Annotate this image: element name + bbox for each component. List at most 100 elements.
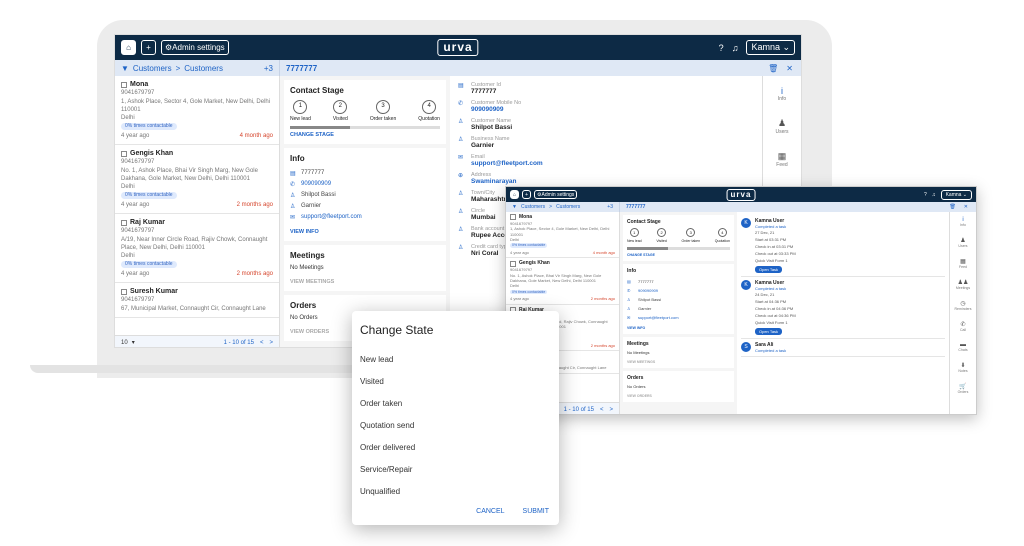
rail-item-info[interactable]: i Info	[960, 217, 966, 227]
activity-feed: K Kamna User Completed a task 27 Dec, 21 Sta…	[737, 212, 950, 414]
list-item[interactable]: Gengis Khan 9041679797 No. 1, Ashok Place,…	[115, 145, 279, 214]
rail-item-users[interactable]: ♟ Users	[958, 237, 967, 248]
detail-value[interactable]: 909090909	[471, 106, 521, 113]
select-checkbox[interactable]	[121, 219, 127, 226]
admin-settings-label: Admin settings	[541, 191, 575, 198]
rail-item-chats[interactable]: ▬ Chats	[958, 342, 967, 352]
view-orders-button[interactable]: VIEW ORDERS	[627, 394, 730, 398]
admin-settings-button[interactable]: ⚙ Admin settings	[161, 40, 229, 55]
rail-item-meetings[interactable]: ♟♟ Meetings	[956, 279, 970, 290]
stage-step[interactable]: 4 Quotation	[715, 228, 730, 243]
open-task-button[interactable]: Open Task	[755, 328, 783, 335]
rail-item-feed[interactable]: ▦ Feed	[959, 258, 967, 269]
info-phone[interactable]: 909090909	[638, 288, 658, 293]
bell-icon[interactable]: ♫	[732, 43, 739, 53]
prev-page-icon[interactable]: <	[260, 340, 264, 346]
view-info-button[interactable]: VIEW INFO	[290, 229, 440, 235]
account-menu[interactable]: Kamna ⌄	[940, 189, 972, 200]
page-size-select[interactable]: 10	[121, 340, 128, 346]
customer-name: Gengis Khan	[130, 150, 174, 157]
rail-item-orders[interactable]: 🛒 Orders	[958, 383, 969, 394]
rail-item-feed[interactable]: ▦ Feed	[776, 151, 787, 168]
cancel-button[interactable]: CANCEL	[476, 508, 504, 515]
info-phone[interactable]: 909090909	[301, 181, 331, 188]
stage-step[interactable]: 2 Visited	[333, 100, 348, 122]
help-icon[interactable]: ?	[719, 43, 724, 53]
created-age: 4 year ago	[121, 270, 150, 277]
state-option[interactable]: Order delivered	[360, 437, 551, 459]
detail-value[interactable]: support@fleetport.com	[471, 160, 543, 167]
prev-page-icon[interactable]: <	[600, 407, 604, 413]
app-logo: urva	[726, 189, 756, 201]
list-item[interactable]: Mona 9041679797 1, Ashok Place, Sector 4, …	[506, 212, 619, 259]
rail-item-reminders[interactable]: ◷ Reminders	[955, 300, 972, 311]
activity-item: K Kamna User Completed a task 27 Dec, 21 Sta…	[741, 215, 945, 277]
stage-step[interactable]: 1 New lead	[627, 228, 642, 243]
change-stage-button[interactable]: CHANGE STAGE	[627, 253, 730, 257]
select-checkbox[interactable]	[510, 214, 516, 221]
plus-icon[interactable]: +	[141, 40, 156, 55]
list-item[interactable]: Raj Kumar 9041679797A/19, Near Inner Circ…	[115, 214, 279, 283]
stage-step-label: Visited	[332, 116, 348, 122]
contact-stage-title: Contact Stage	[290, 86, 344, 95]
delete-icon[interactable]: 🗑	[949, 204, 955, 210]
page-range: 1 - 10 of 15	[223, 339, 254, 346]
email-icon: ✉	[627, 315, 631, 320]
rail-label: Feed	[959, 265, 967, 269]
chevron-down-icon[interactable]: ▾	[132, 339, 135, 346]
customer-city: Delhi	[510, 236, 520, 242]
admin-settings-button[interactable]: ⚙ Admin settings	[534, 190, 578, 199]
stage-step-number: 2	[657, 228, 667, 237]
state-option[interactable]: Visited	[360, 371, 551, 393]
stage-step[interactable]: 1 New lead	[290, 100, 311, 122]
state-option[interactable]: Service/Repair	[360, 459, 551, 481]
state-option[interactable]: Order taken	[360, 393, 551, 415]
select-checkbox[interactable]	[510, 260, 516, 267]
next-page-icon[interactable]: >	[269, 340, 273, 346]
home-icon[interactable]: ⌂	[510, 190, 520, 199]
filter-icon[interactable]: ▼	[121, 64, 129, 73]
state-option[interactable]: New lead	[360, 349, 551, 371]
id-icon: ▤	[627, 279, 631, 284]
info-email[interactable]: support@fleetport.com	[301, 214, 362, 221]
submit-button[interactable]: SUBMIT	[523, 508, 549, 515]
rail-item-call[interactable]: ✆ Call	[960, 321, 966, 332]
view-meetings-button[interactable]: VIEW MEETINGS	[627, 360, 730, 364]
delete-icon[interactable]: 🗑	[768, 64, 778, 73]
activity-item: S Sara Ali Completed a task	[741, 339, 945, 357]
breadcrumb-customers[interactable]: Customers	[521, 204, 545, 210]
list-item[interactable]: Mona 9041679797 1, Ashok Place, Sector 4, …	[115, 76, 279, 145]
filter-icon[interactable]: ▼	[512, 204, 517, 210]
info-email[interactable]: support@fleetport.com	[638, 315, 679, 320]
close-icon[interactable]: ✕	[786, 64, 793, 73]
account-menu[interactable]: Kamna ⌄	[746, 40, 795, 55]
select-checkbox[interactable]	[121, 81, 127, 88]
rail-item-notes[interactable]: ⬇ Notes	[958, 362, 967, 373]
breadcrumb-customers[interactable]: Customers	[133, 64, 172, 73]
rail-item-info[interactable]: i Info	[778, 86, 786, 102]
bell-icon[interactable]: ♫	[932, 192, 936, 198]
change-stage-button[interactable]: CHANGE STAGE	[290, 132, 440, 138]
stage-step[interactable]: 3 Order taken	[682, 228, 700, 243]
select-checkbox[interactable]	[121, 288, 127, 295]
plus-icon[interactable]: +	[522, 190, 532, 199]
list-item[interactable]: Gengis Khan 9041679797 No. 1, Ashok Place,…	[506, 258, 619, 305]
stage-step[interactable]: 4 Quotation	[418, 100, 440, 122]
help-icon[interactable]: ?	[924, 192, 927, 198]
close-icon[interactable]: ✕	[964, 204, 968, 210]
stage-step-number: 1	[293, 100, 308, 114]
view-meetings-button[interactable]: VIEW MEETINGS	[290, 279, 440, 285]
stage-step[interactable]: 3 Order taken	[370, 100, 396, 122]
stage-step[interactable]: 2 Visited	[656, 228, 667, 243]
list-item[interactable]: Suresh Kumar 904167979767, Municipal Mark…	[115, 283, 279, 318]
open-task-button[interactable]: Open Task	[755, 266, 783, 273]
state-option[interactable]: Quotation send	[360, 415, 551, 437]
select-checkbox[interactable]	[121, 150, 127, 157]
home-icon[interactable]: ⌂	[121, 40, 136, 55]
rail-item-users[interactable]: ♟ Users	[775, 118, 788, 135]
state-option[interactable]: Unqualified	[360, 481, 551, 503]
detail-value[interactable]: Swaminarayan	[471, 178, 517, 185]
detail-field: ✉ Email support@fleetport.com	[458, 154, 754, 167]
view-info-button[interactable]: VIEW INFO	[627, 326, 730, 330]
next-page-icon[interactable]: >	[609, 407, 613, 413]
